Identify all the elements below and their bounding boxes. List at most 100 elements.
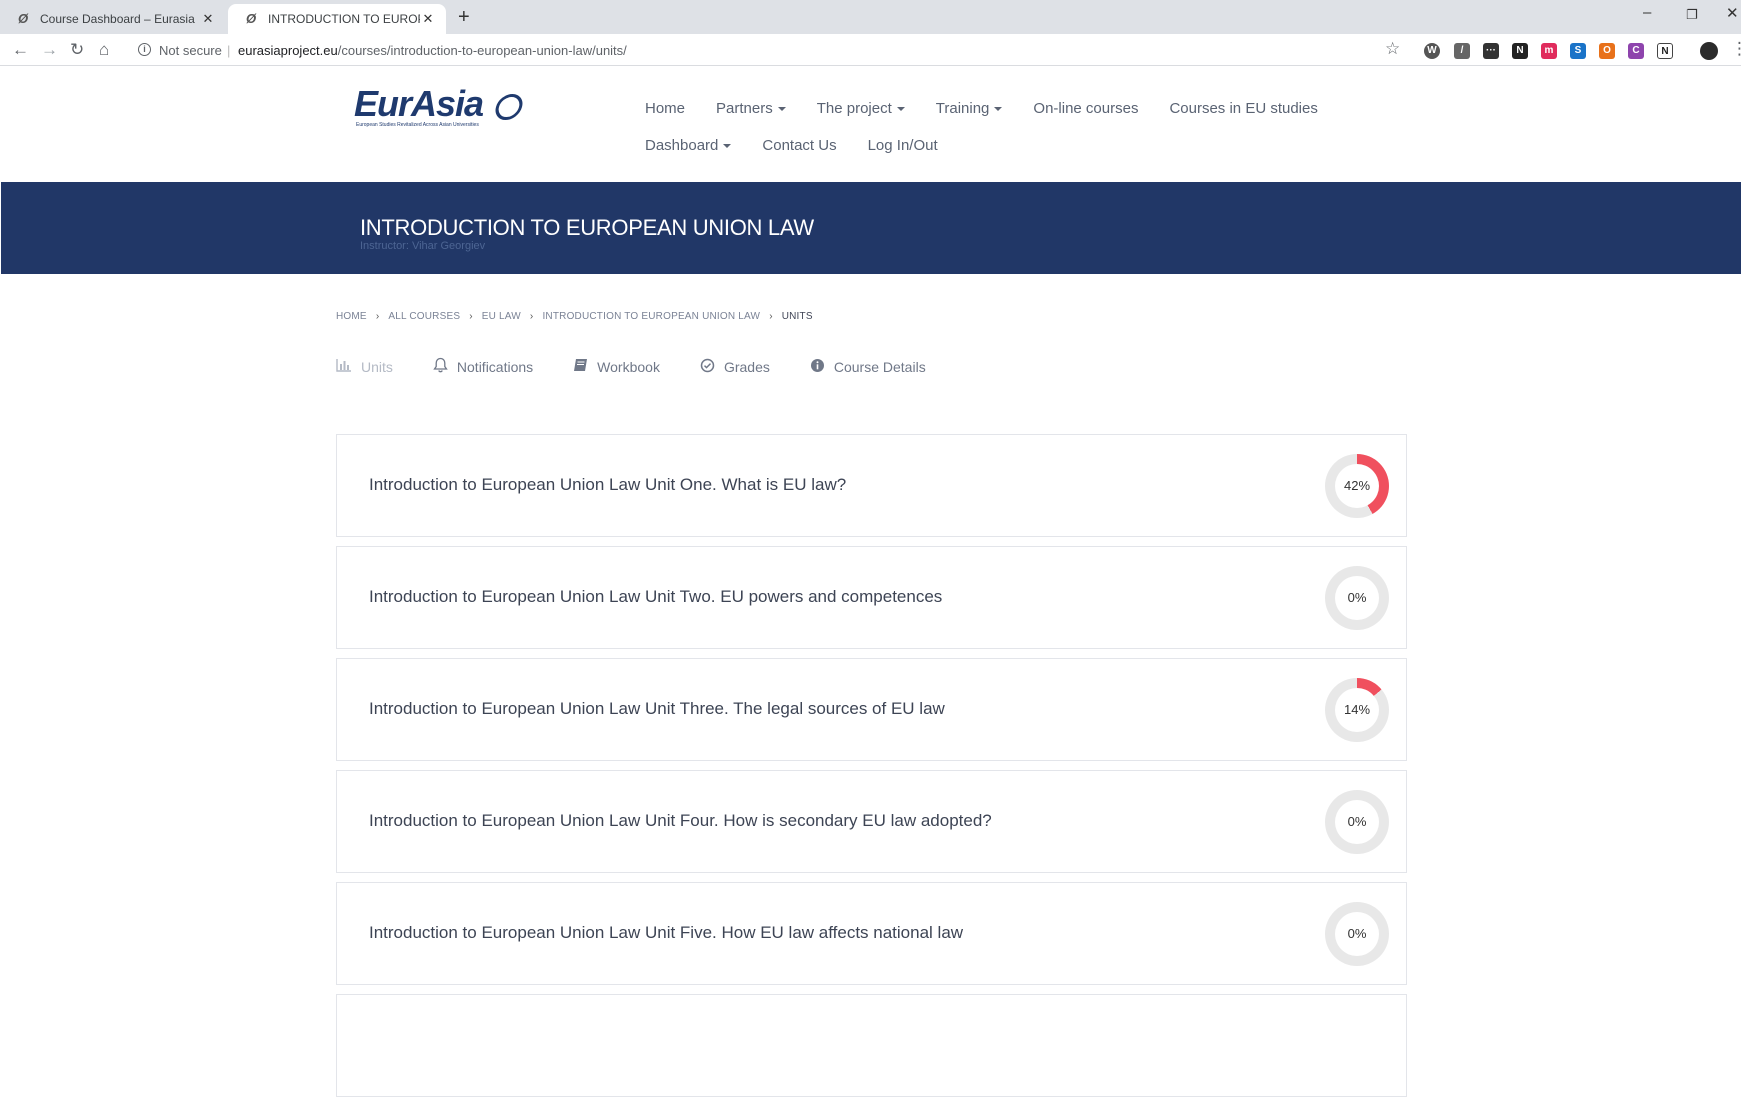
nav-home[interactable]: Home	[645, 100, 685, 117]
tab-grades[interactable]: Grades	[700, 357, 770, 376]
breadcrumb-eu-law[interactable]: EU LAW	[482, 311, 521, 322]
breadcrumb-separator-icon: ›	[375, 311, 380, 322]
browser-tab-bar: Ø Course Dashboard – Eurasia ✕ Ø INTRODU…	[0, 0, 1741, 34]
nav-contact-us[interactable]: Contact Us	[762, 137, 836, 154]
logo-tagline: European Studies Revitalized Across Asia…	[356, 122, 479, 128]
unit-card[interactable]: Introduction to European Union Law Unit …	[336, 434, 1407, 537]
tab-label: Grades	[723, 358, 770, 375]
profile-avatar[interactable]	[1700, 42, 1718, 60]
caret-down-icon	[723, 144, 732, 149]
unit-title[interactable]: Introduction to European Union Law Unit …	[369, 699, 945, 719]
browser-tab-course-units[interactable]: Ø INTRODUCTION TO EUROPEAN ✕	[228, 4, 446, 34]
breadcrumb-current: UNITS	[781, 311, 813, 322]
caret-down-icon	[777, 107, 786, 112]
info-circle-icon	[810, 358, 825, 376]
url-field[interactable]: eurasiaproject.eu/courses/introduction-t…	[238, 43, 627, 58]
browser-tab-course-dashboard[interactable]: Ø Course Dashboard – Eurasia ✕	[0, 4, 226, 34]
tab-notifications[interactable]: Notifications	[433, 357, 533, 376]
unit-card-partial[interactable]	[336, 994, 1407, 1097]
screenshot-extension-icon[interactable]: S	[1570, 43, 1586, 59]
tab-title: INTRODUCTION TO EUROPEAN	[268, 12, 420, 26]
unit-title[interactable]: Introduction to European Union Law Unit …	[369, 923, 963, 943]
close-tab-icon[interactable]: ✕	[200, 11, 216, 27]
nav-log-in-out[interactable]: Log In/Out	[868, 137, 938, 154]
course-title: INTRODUCTION TO EUROPEAN UNION LAW	[360, 215, 814, 240]
nav-dashboard[interactable]: Dashboard	[645, 137, 732, 154]
close-window-icon[interactable]: ✕	[1726, 4, 1739, 22]
unit-progress-label: 0%	[1335, 912, 1379, 956]
browser-menu-icon[interactable]: ⋮	[1731, 39, 1741, 59]
breadcrumb: HOME › ALL COURSES › EU LAW › INTRODUCTION TO …	[336, 311, 813, 322]
notion-web-clipper-icon[interactable]: N	[1657, 43, 1673, 59]
check-circle-icon	[700, 358, 715, 376]
address-bar: ← → ↻ ⌂ i Not secure | eurasiaproject.eu…	[0, 34, 1741, 66]
tab-label: Workbook	[597, 358, 660, 375]
unit-progress-ring: 14%	[1325, 678, 1389, 742]
breadcrumb-all-courses[interactable]: ALL COURSES	[388, 311, 460, 322]
breadcrumb-home[interactable]: HOME	[336, 311, 367, 322]
forward-icon[interactable]: →	[41, 40, 58, 60]
bell-icon	[433, 357, 448, 376]
nav-row-2: Dashboard Contact Us Log In/Out	[645, 137, 969, 154]
minimize-icon[interactable]: –	[1643, 4, 1651, 21]
unit-title[interactable]: Introduction to European Union Law Unit …	[369, 587, 942, 607]
eurasia-favicon-icon: Ø	[18, 11, 29, 26]
color-extension-icon[interactable]: C	[1628, 43, 1644, 59]
nav-partners[interactable]: Partners	[716, 100, 786, 117]
breadcrumb-separator-icon: ›	[769, 311, 773, 322]
unit-card[interactable]: Introduction to European Union Law Unit …	[336, 770, 1407, 873]
eurasia-logo[interactable]: EurAsia European Studies Revitalized Acr…	[354, 86, 530, 130]
unit-card[interactable]: Introduction to European Union Law Unit …	[336, 658, 1407, 761]
new-tab-icon[interactable]: +	[458, 6, 470, 29]
unit-progress-ring: 0%	[1325, 790, 1389, 854]
nav-the-project[interactable]: The project	[817, 100, 905, 117]
unit-progress-label: 0%	[1335, 576, 1379, 620]
unit-card[interactable]: Introduction to European Union Law Unit …	[336, 882, 1407, 985]
caret-down-icon	[994, 107, 1003, 112]
close-tab-icon[interactable]: ✕	[420, 11, 436, 27]
tab-workbook[interactable]: Workbook	[573, 357, 660, 376]
url-host: eurasiaproject.eu	[238, 43, 338, 58]
tab-label: Notifications	[456, 358, 534, 375]
tab-label: Units	[361, 358, 393, 375]
unit-title[interactable]: Introduction to European Union Law Unit …	[369, 475, 846, 495]
book-icon	[573, 358, 588, 375]
nav-online-courses[interactable]: On-line courses	[1033, 100, 1138, 117]
unit-progress-label: 42%	[1335, 464, 1379, 508]
nav-courses-in-eu-studies[interactable]: Courses in EU studies	[1169, 100, 1317, 117]
url-divider: |	[227, 43, 231, 58]
bar-chart-icon	[336, 358, 352, 375]
nav-row-1: Home Partners The project Training On-li…	[645, 100, 1349, 117]
unit-card[interactable]: Introduction to European Union Law Unit …	[336, 546, 1407, 649]
mail-extension-icon[interactable]: m	[1541, 43, 1557, 59]
breadcrumb-course[interactable]: INTRODUCTION TO EUROPEAN UNION LAW	[542, 311, 760, 322]
home-icon[interactable]: ⌂	[99, 40, 109, 60]
unit-progress-ring: 0%	[1325, 566, 1389, 630]
reload-icon[interactable]: ↻	[70, 40, 84, 60]
restore-icon[interactable]: ❐	[1686, 7, 1698, 23]
notion-extension-icon[interactable]: N	[1512, 43, 1528, 59]
nav-training[interactable]: Training	[936, 100, 1003, 117]
course-instructor: Instructor: Vihar Georgiev	[360, 240, 486, 252]
tab-units[interactable]: Units	[336, 357, 393, 376]
course-tabs: Units Notifications Workbook Grades Cour…	[336, 357, 966, 376]
wordpress-extension-icon[interactable]: W	[1424, 43, 1440, 59]
tab-course-details[interactable]: Course Details	[810, 357, 926, 376]
office-extension-icon[interactable]: O	[1599, 43, 1615, 59]
dots-extension-icon[interactable]: ···	[1483, 43, 1499, 59]
course-banner: INTRODUCTION TO EUROPEAN UNION LAW Instr…	[1, 182, 1741, 274]
unit-progress-ring: 0%	[1325, 902, 1389, 966]
security-label: Not secure	[159, 43, 222, 58]
unit-progress-ring: 42%	[1325, 454, 1389, 518]
url-path: /courses/introduction-to-european-union-…	[337, 43, 627, 58]
eurasia-favicon-icon: Ø	[246, 11, 257, 26]
site-info-icon[interactable]: i	[138, 43, 151, 56]
tab-label: Course Details	[833, 358, 926, 375]
back-icon[interactable]: ←	[12, 40, 29, 60]
unit-progress-label: 14%	[1335, 688, 1379, 732]
unit-title[interactable]: Introduction to European Union Law Unit …	[369, 811, 992, 831]
unit-progress-label: 0%	[1335, 800, 1379, 844]
eyedropper-extension-icon[interactable]: /	[1454, 43, 1470, 59]
breadcrumb-separator-icon: ›	[529, 311, 534, 322]
bookmark-star-icon[interactable]: ☆	[1385, 39, 1400, 59]
